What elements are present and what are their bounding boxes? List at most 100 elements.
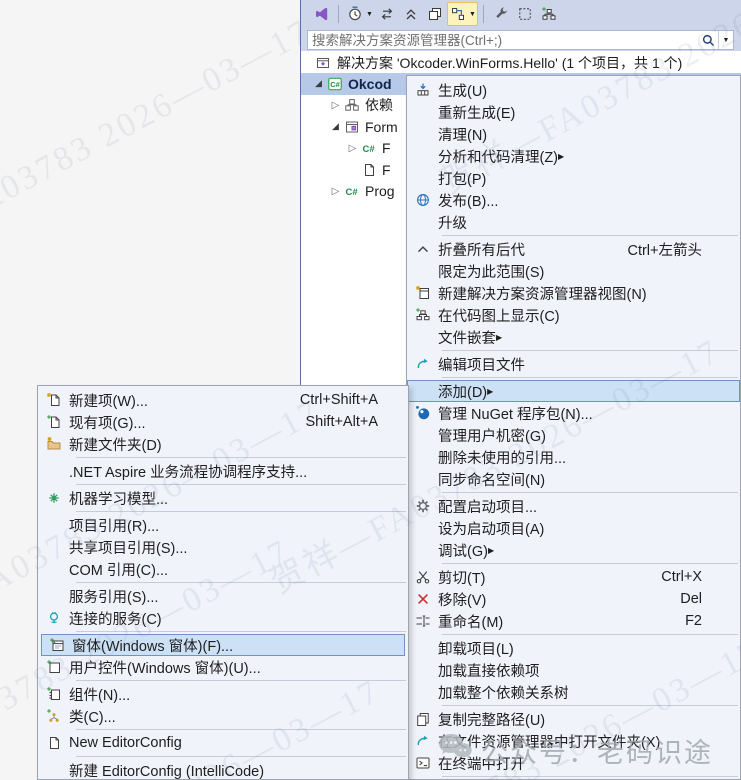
menu-item-label: 同步命名空间(N) xyxy=(438,472,546,489)
add-submenu-item-component[interactable]: 组件(N)... xyxy=(38,683,408,705)
context-menu-item-open-folder-in-file-explorer[interactable]: 在文件资源管理器中打开文件夹(X) xyxy=(407,730,740,752)
add-submenu-item-shared-project-reference[interactable]: 共享项目引用(S)... xyxy=(38,536,408,558)
context-menu-item-rebuild[interactable]: 重新生成(E) xyxy=(407,101,740,123)
context-menu-item-set-as-startup[interactable]: 设为启动项目(A) xyxy=(407,517,740,539)
context-menu-item-clean[interactable]: 清理(N) xyxy=(407,123,740,145)
expander-closed-icon[interactable]: ▷ xyxy=(328,186,343,197)
toolbar-separator xyxy=(338,5,339,23)
toolbar-button-show-all-files[interactable] xyxy=(513,2,537,26)
menu-item-label: 项目引用(R)... xyxy=(69,518,160,535)
context-menu-item-unload-project[interactable]: 卸载项目(L) xyxy=(407,637,740,659)
add-submenu-item-new-editorconfig-intellicode[interactable]: 新建 EditorConfig (IntelliCode) xyxy=(38,759,408,780)
context-menu-item-copy-full-path[interactable]: 复制完整路径(U) xyxy=(407,708,740,730)
icon-placeholder xyxy=(407,542,438,558)
context-menu-item-manage-user-secrets[interactable]: 管理用户机密(G) xyxy=(407,424,740,446)
context-menu-item-remove-unused-references[interactable]: 删除未使用的引用... xyxy=(407,446,740,468)
expander-closed-icon[interactable]: ▷ xyxy=(328,100,343,111)
context-menu-item-file-nesting[interactable]: 文件嵌套 ▶ xyxy=(407,326,740,348)
solution-row[interactable]: 解决方案 'Okcoder.WinForms.Hello' (1 个项目，共 1… xyxy=(301,52,741,73)
add-submenu-item-class[interactable]: 类(C)... xyxy=(38,705,408,727)
menu-separator xyxy=(442,705,738,706)
show-all-icon xyxy=(516,6,534,22)
context-menu-item-analyze-code-cleanup[interactable]: 分析和代码清理(Z) ▶ xyxy=(407,145,740,167)
context-menu-item-configure-startup-projects[interactable]: 配置启动项目... xyxy=(407,495,740,517)
add-submenu-item-existing-item[interactable]: 现有项(G)... Shift+Alt+A xyxy=(38,411,408,433)
search-options-dropdown[interactable]: ▼ xyxy=(718,31,733,49)
toolbar-button-pending-changes-filter[interactable]: ▼ xyxy=(344,2,375,26)
context-menu-item-collapse-descendants[interactable]: 折叠所有后代 Ctrl+左箭头 xyxy=(407,238,740,260)
context-menu-item-upgrade[interactable]: 升级 xyxy=(407,211,740,233)
context-menu-item-debug[interactable]: 调试(G) ▶ xyxy=(407,539,740,561)
menu-item-label: 重命名(M) xyxy=(438,614,504,631)
context-menu-item-scope-to-this[interactable]: 限定为此范围(S) xyxy=(407,260,740,282)
context-menu-item-open-in-terminal[interactable]: 在终端中打开 xyxy=(407,752,740,774)
deps-icon xyxy=(343,97,361,113)
menu-item-label: COM 引用(C)... xyxy=(69,562,169,579)
context-menu-item-load-direct-dependencies[interactable]: 加载直接依赖项 xyxy=(407,659,740,681)
menu-separator xyxy=(76,484,406,485)
cs-icon: C# xyxy=(343,183,361,199)
add-submenu-item-aspire-orchestrator-support[interactable]: .NET Aspire 业务流程协调程序支持... xyxy=(38,460,408,482)
add-submenu-item-user-control[interactable]: 用户控件(Windows 窗体)(U)... xyxy=(38,656,408,678)
csproj-icon: C# xyxy=(326,76,344,92)
context-menu-item-new-solution-explorer-view[interactable]: 新建解决方案资源管理器视图(N) xyxy=(407,282,740,304)
context-menu-item-sync-namespaces[interactable]: 同步命名空间(N) xyxy=(407,468,740,490)
context-menu-item-show-on-code-map[interactable]: 在代码图上显示(C) xyxy=(407,304,740,326)
context-menu-item-publish[interactable]: 发布(B)... xyxy=(407,189,740,211)
add-submenu-item-new-folder[interactable]: 新建文件夹(D) xyxy=(38,433,408,455)
toolbar-button-preview-selected-items[interactable] xyxy=(423,2,447,26)
add-submenu-item-connected-services[interactable]: 连接的服务(C) xyxy=(38,607,408,629)
tree-item-label: Form xyxy=(365,118,398,135)
add-submenu-item-new-item[interactable]: 新建项(W)... Ctrl+Shift+A xyxy=(38,389,408,411)
doc-icon xyxy=(360,162,378,178)
toolbar-buttons-row: ▼ ▼ xyxy=(301,0,741,28)
curve-arrow-icon xyxy=(407,733,438,749)
toolbar-button-switch-views[interactable] xyxy=(309,2,333,26)
context-menu-item-remove[interactable]: 移除(V) Del xyxy=(407,588,740,610)
icon-placeholder xyxy=(407,148,438,164)
context-menu-item-load-entire-dependency-tree[interactable]: 加载整个依赖关系树 xyxy=(407,681,740,703)
menu-separator xyxy=(76,680,406,681)
visual-studio-solution-explorer: ▼▼ ▼ 解决方案 'Okcoder.WinForms.Hello' (1 个项… xyxy=(0,0,741,780)
add-submenu-item-new-editorconfig[interactable]: New EditorConfig xyxy=(38,732,408,754)
add-submenu-item-windows-form[interactable]: 窗体(Windows 窗体)(F)... xyxy=(41,634,405,656)
context-menu-item-pack[interactable]: 打包(P) xyxy=(407,167,740,189)
search-input[interactable] xyxy=(308,31,698,49)
add-submenu-item-com-reference[interactable]: COM 引用(C)... xyxy=(38,558,408,580)
layers-icon xyxy=(426,6,444,22)
add-submenu-item-machine-learning-model[interactable]: 机器学习模型... xyxy=(38,487,408,509)
menu-item-label: 服务引用(S)... xyxy=(69,589,159,606)
toolbar-button-properties[interactable] xyxy=(489,2,513,26)
user-control-add-icon xyxy=(38,659,69,675)
icon-placeholder xyxy=(407,427,438,443)
context-menu-item-build[interactable]: 生成(U) xyxy=(407,79,740,101)
doc-icon xyxy=(38,735,69,751)
menu-item-label: 剪切(T) xyxy=(438,570,486,587)
icon-placeholder xyxy=(407,263,438,279)
add-submenu-item-project-reference[interactable]: 项目引用(R)... xyxy=(38,514,408,536)
menu-separator xyxy=(76,729,406,730)
menu-item-label: 现有项(G)... xyxy=(69,415,146,432)
menu-item-label: 分析和代码清理(Z) xyxy=(438,149,559,166)
submenu-arrow-icon: ▶ xyxy=(487,545,495,555)
context-menu-item-add[interactable]: 添加(D) ▶ xyxy=(407,380,740,402)
toolbar-button-add-to-diagram[interactable] xyxy=(537,2,561,26)
tree-item-label: Prog xyxy=(365,183,395,200)
expander-open-icon[interactable]: ◢ xyxy=(328,121,343,132)
search-box: ▼ xyxy=(307,30,734,50)
add-submenu-item-service-reference[interactable]: 服务引用(S)... xyxy=(38,585,408,607)
toolbar-button-sync-with-active-document[interactable]: ▼ xyxy=(446,2,478,26)
toolbar-button-sync-selection[interactable] xyxy=(375,2,399,26)
expander-closed-icon[interactable]: ▷ xyxy=(345,143,360,154)
context-menu-item-manage-nuget[interactable]: 管理 NuGet 程序包(N)... xyxy=(407,402,740,424)
toolbar-button-collapse-all[interactable] xyxy=(399,2,423,26)
new-item-icon xyxy=(38,392,69,408)
context-menu-item-rename[interactable]: 重命名(M) F2 xyxy=(407,610,740,632)
context-menu-item-cut[interactable]: 剪切(T) Ctrl+X xyxy=(407,566,740,588)
menu-separator xyxy=(76,511,406,512)
search-icon[interactable] xyxy=(698,33,718,48)
menu-item-shortcut: Ctrl+左箭头 xyxy=(627,242,702,259)
menu-item-label: 配置启动项目... xyxy=(438,499,538,516)
context-menu-item-edit-project-file[interactable]: 编辑项目文件 xyxy=(407,353,740,375)
expander-open-icon[interactable]: ◢ xyxy=(311,78,326,89)
